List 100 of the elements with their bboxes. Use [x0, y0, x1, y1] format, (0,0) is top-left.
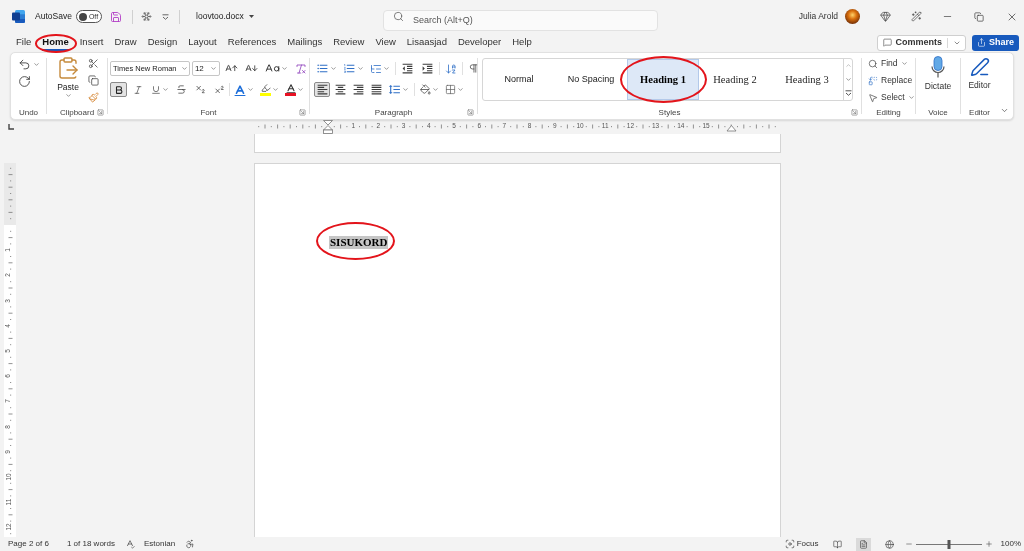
- replace-button[interactable]: Replace: [868, 74, 915, 87]
- avatar-icon[interactable]: [845, 9, 860, 24]
- style-item[interactable]: Heading 3: [771, 59, 843, 100]
- tab-stop-icon[interactable]: [8, 124, 14, 130]
- zoom-in-button[interactable]: [984, 540, 993, 548]
- chevron-down-icon: [844, 76, 852, 83]
- menu-tab[interactable]: Developer: [457, 34, 502, 51]
- format-painter-button[interactable]: [88, 92, 99, 103]
- menu-tab[interactable]: Review: [333, 34, 365, 51]
- group-label: Voice: [928, 108, 948, 117]
- decrease-indent-icon: [401, 62, 414, 75]
- menu-tab[interactable]: Layout: [188, 34, 217, 51]
- borders-button[interactable]: [443, 82, 466, 97]
- bold-button[interactable]: [110, 82, 127, 97]
- search-icon: [393, 11, 404, 22]
- chevron-down-icon: [457, 86, 464, 93]
- menu-tab[interactable]: Home: [42, 34, 69, 51]
- copy-button[interactable]: [88, 75, 99, 86]
- paste-button[interactable]: Paste: [53, 56, 83, 103]
- highlight-button[interactable]: [258, 82, 281, 97]
- group-label: Clipboard: [59, 108, 95, 117]
- undo-button[interactable]: [18, 58, 40, 71]
- share-button[interactable]: Share: [972, 34, 1019, 51]
- editor-button[interactable]: Editor: [961, 53, 998, 92]
- replace-icon: [868, 75, 878, 86]
- dialog-launcher-button[interactable]: [851, 109, 858, 116]
- heading-text: SISUKORD: [329, 236, 389, 249]
- superscript-icon: [214, 84, 225, 95]
- clear-formatting-button[interactable]: [293, 61, 309, 76]
- group-label: Editing: [876, 108, 901, 117]
- designer-button[interactable]: [911, 11, 922, 22]
- text-effects-icon: [234, 83, 246, 96]
- chevron-down-icon: [402, 86, 409, 93]
- language-label[interactable]: Estonian: [143, 538, 176, 550]
- bold-icon: [113, 84, 124, 95]
- font-color-button[interactable]: [283, 82, 306, 97]
- customize-toolbar-button[interactable]: [162, 13, 170, 20]
- focus-button[interactable]: Focus: [784, 538, 819, 550]
- dialog-launcher-button[interactable]: [97, 109, 104, 116]
- menu-tab[interactable]: References: [227, 34, 277, 51]
- dictate-button[interactable]: Dictate: [916, 53, 960, 93]
- page-count[interactable]: Page 2 of 6: [8, 538, 49, 550]
- chevron-down-icon: [162, 86, 169, 93]
- save-button[interactable]: [110, 10, 123, 23]
- style-item[interactable]: Heading 1: [627, 59, 699, 100]
- align-center-icon: [333, 83, 347, 96]
- microphone-icon: [931, 56, 945, 78]
- dialog-launcher-button[interactable]: [299, 109, 306, 116]
- collapse-ribbon-button[interactable]: [1000, 106, 1009, 115]
- menu-tab[interactable]: Lisaasjad: [406, 34, 447, 51]
- accessibility-icon: [185, 539, 196, 549]
- search-field[interactable]: Search (Alt+Q): [383, 9, 658, 31]
- line-spacing-button[interactable]: [386, 82, 411, 97]
- dialog-launcher-button[interactable]: [467, 109, 474, 116]
- gem-icon: [880, 11, 891, 22]
- globe-icon: [884, 539, 894, 549]
- menu-tab[interactable]: Draw: [114, 34, 137, 51]
- cut-button[interactable]: [88, 58, 99, 69]
- style-item[interactable]: Normal: [483, 59, 555, 100]
- restore-button[interactable]: [974, 11, 984, 22]
- page-icon: [858, 539, 868, 549]
- zoom-slider-thumb[interactable]: [947, 539, 951, 549]
- app-logo-icon: [12, 10, 25, 23]
- strikethrough-button[interactable]: [174, 82, 189, 97]
- font-size-select[interactable]: 12: [191, 61, 220, 76]
- group-label: Paragraph: [374, 108, 413, 117]
- comments-button[interactable]: Comments: [877, 34, 966, 51]
- indent-marker-icon[interactable]: [322, 120, 334, 134]
- zoom-slider[interactable]: [915, 539, 982, 549]
- menu-tab[interactable]: Mailings: [287, 34, 323, 51]
- focus-icon: [784, 539, 795, 549]
- word-count[interactable]: 1 of 18 words: [66, 538, 115, 550]
- find-button[interactable]: Find: [868, 57, 915, 70]
- menu-tab[interactable]: View: [375, 34, 396, 51]
- file-name-button[interactable]: loovtoo.docx: [196, 10, 254, 23]
- sort-button[interactable]: [443, 61, 459, 76]
- redo-button[interactable]: [18, 75, 31, 88]
- menu-tab[interactable]: File: [16, 34, 32, 51]
- wand-sparkle-icon: [911, 11, 922, 22]
- launcher-icon: [851, 109, 858, 116]
- style-item[interactable]: No Spacing: [555, 59, 627, 100]
- select-button[interactable]: Select: [868, 91, 915, 104]
- style-item[interactable]: Heading 2: [699, 59, 771, 100]
- text-effects-button[interactable]: [232, 82, 256, 97]
- menu-tab[interactable]: Design: [147, 34, 178, 51]
- align-left-button[interactable]: [314, 82, 330, 97]
- shading-button[interactable]: [418, 82, 441, 97]
- print-layout-button[interactable]: [855, 537, 871, 551]
- numbering-button[interactable]: [341, 61, 366, 76]
- indent-marker-icon[interactable]: [726, 125, 737, 132]
- snowflake-button[interactable]: [141, 11, 153, 22]
- underline-icon: [151, 84, 161, 95]
- menu-tab[interactable]: Insert: [79, 34, 104, 51]
- pilcrow-icon: [468, 63, 479, 74]
- chevron-down-icon: [272, 86, 279, 93]
- user-name: Julia Arold: [798, 10, 838, 23]
- zoom-level[interactable]: 100%: [1000, 538, 1021, 550]
- more-icon: [844, 90, 852, 97]
- gem-button[interactable]: [880, 11, 891, 22]
- menu-tab[interactable]: Help: [512, 34, 532, 51]
